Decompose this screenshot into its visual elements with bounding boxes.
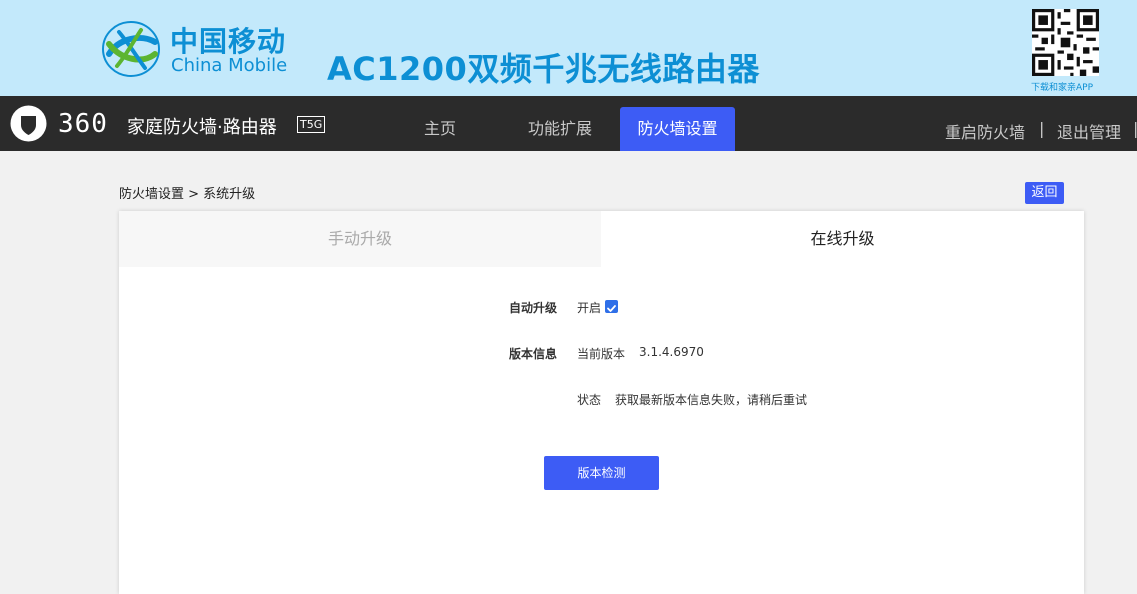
- nav-home[interactable]: 主页: [410, 107, 470, 151]
- 360-shield-logo-icon: [10, 105, 47, 142]
- tab-manual-upgrade[interactable]: 手动升级: [119, 211, 601, 267]
- tab-online-upgrade[interactable]: 在线升级: [601, 211, 1084, 267]
- qr-code-icon: [1032, 9, 1099, 76]
- reboot-firewall-link[interactable]: 重启防火墙: [945, 119, 1025, 143]
- top-navbar: 360 家庭防火墙·路由器 T5G 主页 功能扩展 防火墙设置 重启防火墙 | …: [0, 96, 1137, 151]
- brand-text: 家庭防火墙·路由器: [127, 117, 277, 138]
- current-version-label: 当前版本: [577, 347, 626, 361]
- nav-firewall-settings[interactable]: 防火墙设置: [620, 107, 735, 151]
- nav-separator: |: [1039, 119, 1045, 138]
- version-info-label: 版本信息: [509, 347, 558, 361]
- brand-model-badge: T5G: [297, 116, 326, 133]
- china-mobile-logo-icon: [102, 21, 160, 77]
- auto-upgrade-value: 开启: [577, 301, 602, 315]
- nav-extensions[interactable]: 功能扩展: [515, 107, 605, 151]
- back-button[interactable]: 返回: [1025, 182, 1064, 204]
- status-value: 获取最新版本信息失败，请稍后重试: [615, 393, 808, 407]
- product-title: AC1200双频千兆无线路由器: [327, 50, 760, 88]
- brand-en: China Mobile: [171, 55, 288, 76]
- auto-upgrade-checkbox[interactable]: [605, 300, 618, 313]
- status-label: 状态: [577, 393, 602, 407]
- breadcrumb: 防火墙设置 > 系统升级: [119, 187, 256, 202]
- current-version-value: 3.1.4.6970: [639, 345, 704, 359]
- nav-separator-end: |: [1133, 119, 1137, 138]
- logout-link[interactable]: 退出管理: [1057, 119, 1121, 143]
- version-check-button[interactable]: 版本检测: [544, 456, 659, 490]
- auto-upgrade-label: 自动升级: [509, 301, 558, 315]
- top-banner: 中国移动 China Mobile AC1200双频千兆无线路由器 下载和家亲A…: [0, 0, 1137, 96]
- brand-cn: 中国移动: [170, 25, 287, 58]
- check-icon: [607, 305, 616, 312]
- brand-360: 360: [58, 109, 108, 139]
- upgrade-panel: 手动升级 在线升级 自动升级 开启 版本信息 当前版本 3.1.4.6970 状…: [119, 211, 1084, 594]
- qr-caption: 下载和家亲APP: [1031, 83, 1094, 93]
